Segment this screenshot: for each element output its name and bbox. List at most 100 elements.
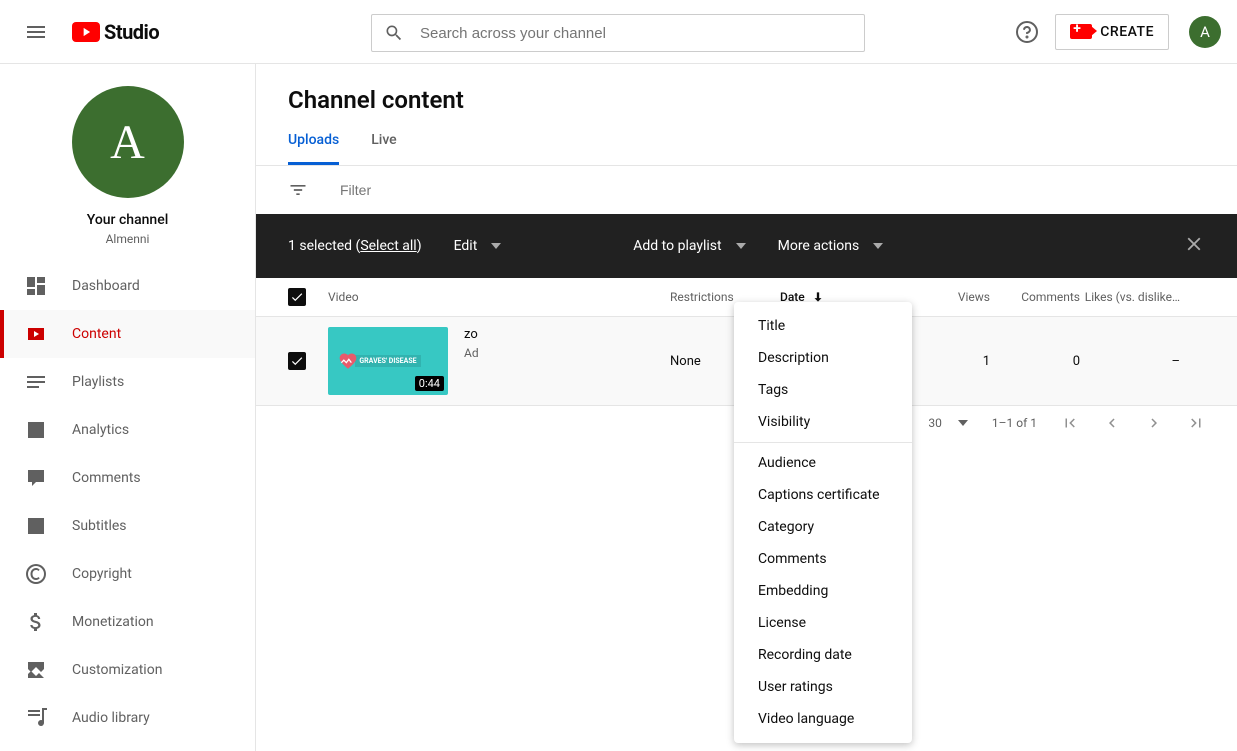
prev-page-button[interactable] (1103, 414, 1121, 432)
dashboard-icon (24, 274, 48, 298)
search-icon (384, 23, 404, 43)
sidebar-item-label: Dashboard (72, 278, 140, 294)
chevron-down-icon (491, 241, 501, 251)
sidebar-item-label: Customization (72, 662, 162, 678)
tab-uploads[interactable]: Uploads (288, 132, 339, 165)
subtitles-icon (24, 514, 48, 538)
dropdown-item-visibility[interactable]: Visibility (734, 406, 912, 438)
dropdown-item-user-ratings[interactable]: User ratings (734, 671, 912, 703)
row-checkbox[interactable] (288, 352, 306, 370)
dropdown-item-captions[interactable]: Captions certificate (734, 479, 912, 511)
thumbnail-text: GRAVES' DISEASE (355, 355, 420, 367)
last-page-button[interactable] (1187, 414, 1205, 432)
chevron-down-icon (873, 241, 883, 251)
edit-dropdown[interactable]: Edit (454, 238, 502, 254)
sidebar-item-audio-library[interactable]: Audio library (0, 694, 255, 742)
close-icon (1183, 233, 1205, 255)
sidebar-item-comments[interactable]: Comments (0, 454, 255, 502)
help-icon (1015, 20, 1039, 44)
dropdown-item-audience[interactable]: Audience (734, 447, 912, 479)
header-views[interactable]: Views (910, 290, 990, 304)
first-page-button[interactable] (1061, 414, 1079, 432)
close-selection-button[interactable] (1183, 233, 1205, 259)
comments-icon (24, 466, 48, 490)
chevron-right-icon (1145, 414, 1163, 432)
body: A Your channel Almenni Dashboard Content… (0, 64, 1237, 751)
check-icon (290, 290, 304, 304)
menu-icon (24, 20, 48, 44)
account-avatar[interactable]: A (1189, 16, 1221, 48)
more-actions-dropdown[interactable]: More actions (778, 238, 884, 254)
cell-likes: – (1080, 354, 1180, 369)
dropdown-item-license[interactable]: License (734, 607, 912, 639)
help-button[interactable] (1007, 12, 1047, 52)
customization-icon (24, 658, 48, 682)
dropdown-item-video-language[interactable]: Video language (734, 703, 912, 735)
tab-live[interactable]: Live (371, 132, 396, 165)
hamburger-menu-button[interactable] (16, 12, 56, 52)
sidebar-item-label: Copyright (72, 566, 132, 582)
content-icon (24, 322, 48, 346)
channel-title: Your channel (0, 212, 255, 228)
select-all-link[interactable]: Select all (360, 238, 416, 254)
dropdown-item-category[interactable]: Category (734, 511, 912, 543)
playlist-dropdown[interactable]: Add to playlist (633, 238, 745, 254)
dropdown-item-embedding[interactable]: Embedding (734, 575, 912, 607)
chevron-left-icon (1103, 414, 1121, 432)
selection-bar: 1 selected (Select all) Edit Add to play… (256, 214, 1237, 278)
header-comments[interactable]: Comments (990, 290, 1080, 304)
dropdown-item-title[interactable]: Title (734, 310, 912, 342)
dropdown-item-description[interactable]: Description (734, 342, 912, 374)
dropdown-item-tags[interactable]: Tags (734, 374, 912, 406)
dropdown-item-comments[interactable]: Comments (734, 543, 912, 575)
app-header: Studio CREATE A (0, 0, 1237, 64)
page-range: 1–1 of 1 (992, 416, 1037, 430)
sidebar: A Your channel Almenni Dashboard Content… (0, 64, 256, 751)
select-all-checkbox[interactable] (288, 288, 306, 306)
sidebar-item-analytics[interactable]: Analytics (0, 406, 255, 454)
sidebar-item-monetization[interactable]: Monetization (0, 598, 255, 646)
sidebar-item-playlists[interactable]: Playlists (0, 358, 255, 406)
sidebar-item-content[interactable]: Content (0, 310, 255, 358)
sidebar-item-label: Subtitles (72, 518, 127, 534)
next-page-button[interactable] (1145, 414, 1163, 432)
dropdown-separator (734, 442, 912, 443)
edit-dropdown-menu: Title Description Tags Visibility Audien… (734, 302, 912, 743)
sidebar-item-customization[interactable]: Customization (0, 646, 255, 694)
youtube-icon (72, 22, 100, 42)
sidebar-item-dashboard[interactable]: Dashboard (0, 262, 255, 310)
first-page-icon (1061, 414, 1079, 432)
sidebar-item-label: Monetization (72, 614, 154, 630)
video-subtitle: Ad (464, 346, 479, 360)
create-button[interactable]: CREATE (1055, 14, 1169, 50)
pager-nav (1061, 414, 1205, 432)
last-page-icon (1187, 414, 1205, 432)
studio-logo[interactable]: Studio (72, 20, 159, 44)
header-likes[interactable]: Likes (vs. dislike… (1080, 290, 1180, 304)
audio-library-icon (24, 706, 48, 730)
filter-icon[interactable] (288, 180, 308, 200)
search-input[interactable] (420, 25, 852, 42)
header-actions: CREATE A (1007, 12, 1221, 52)
cell-comments: 0 (990, 354, 1080, 369)
dropdown-item-recording-date[interactable]: Recording date (734, 639, 912, 671)
sidebar-item-label: Audio library (72, 710, 150, 726)
sidebar-item-label: Comments (72, 470, 141, 486)
search-box[interactable] (371, 14, 865, 52)
sidebar-item-label: Analytics (72, 422, 129, 438)
heart-icon (338, 351, 358, 371)
monetization-icon (24, 610, 48, 634)
header-video: Video (328, 290, 670, 304)
check-icon (290, 354, 304, 368)
filter-input[interactable] (340, 182, 521, 198)
channel-name: Almenni (0, 232, 255, 246)
sidebar-item-label: Content (72, 326, 121, 342)
page-title: Channel content (256, 64, 1237, 114)
sidebar-item-subtitles[interactable]: Subtitles (0, 502, 255, 550)
channel-avatar[interactable]: A (72, 86, 184, 198)
sidebar-item-label: Playlists (72, 374, 124, 390)
chevron-down-icon (958, 418, 968, 428)
sidebar-item-copyright[interactable]: Copyright (0, 550, 255, 598)
video-thumbnail[interactable]: GRAVES' DISEASE 0:44 (328, 327, 448, 395)
channel-block: A Your channel Almenni (0, 64, 255, 262)
